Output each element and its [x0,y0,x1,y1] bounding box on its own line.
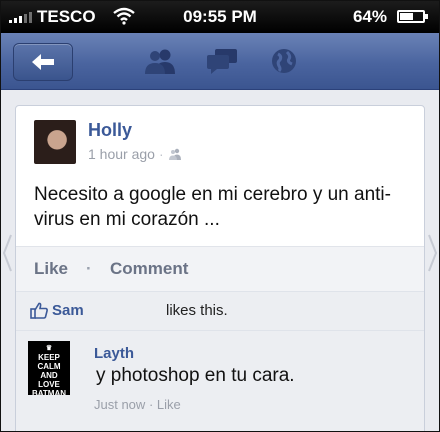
battery-fill [400,13,413,20]
messages-icon[interactable] [205,47,239,75]
friends-privacy-icon [168,148,181,160]
comment-timestamp: Just now [94,397,146,412]
crown-icon: ♛ [45,345,53,352]
status-bar: TESCO 09:55 PM 64% [1,1,439,33]
avatar-text: KEEP CALM AND LOVE BATMAN [31,353,67,395]
likes-row: Sam likes this. [16,291,424,330]
likes-text: likes this. [166,302,228,319]
battery-icon [397,10,428,23]
avatar[interactable]: ♛ KEEP CALM AND LOVE BATMAN [28,341,70,395]
liker-name[interactable]: Sam [52,302,84,319]
friends-icon[interactable] [143,47,177,75]
comment-button[interactable]: Comment [110,259,188,279]
post-text: Necesito a google en mi cerebro y un ant… [34,184,391,230]
back-button[interactable] [13,43,73,81]
action-separator: · [86,259,92,278]
comment-item: ♛ KEEP CALM AND LOVE BATMAN Layth y phot… [16,330,424,431]
facebook-navbar [1,33,439,90]
comment-separator: · [148,397,154,412]
battery-percentage: 64% [352,7,387,26]
chevron-right-icon [428,234,438,272]
comment-author[interactable]: Layth [94,345,134,362]
thumbs-up-icon [30,302,48,319]
avatar[interactable] [34,120,76,164]
post-card: Holly 1 hour ago · Necesito a google en … [15,105,425,431]
post-meta: 1 hour ago · [88,146,182,162]
post-author[interactable]: Holly [88,120,132,141]
post-actions: Like · Comment [16,246,424,291]
like-button[interactable]: Like [34,259,68,279]
comment-meta: Just now · Like [94,397,181,412]
post-timestamp[interactable]: 1 hour ago [88,146,155,162]
chevron-left-icon [2,234,12,272]
comment-text: y photoshop en tu cara. [96,365,295,386]
phone-screen: TESCO 09:55 PM 64% Holly 1 hour ago · Ne… [0,0,440,432]
comment-like-button[interactable]: Like [157,397,181,412]
back-arrow-icon [32,54,54,70]
globe-icon[interactable] [267,47,301,75]
